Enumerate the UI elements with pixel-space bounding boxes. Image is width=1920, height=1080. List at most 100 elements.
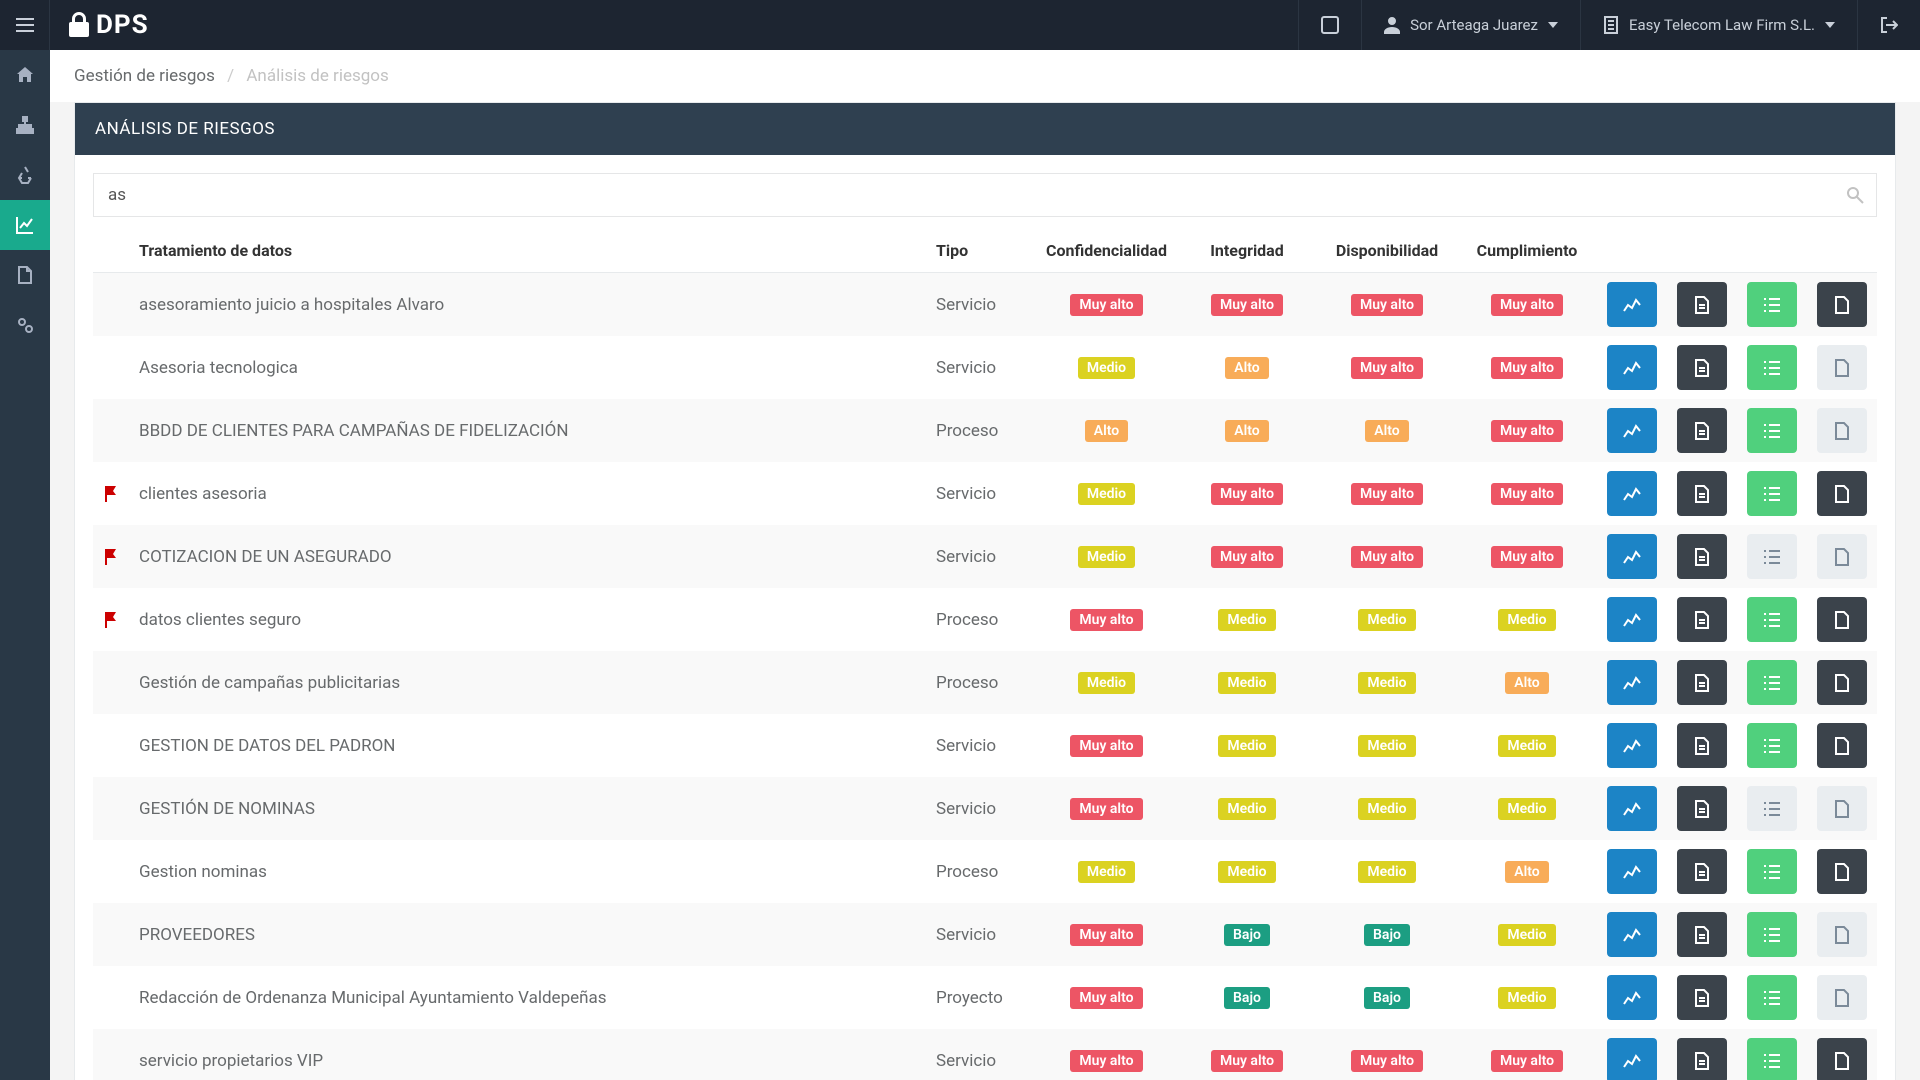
action-doc-button[interactable] (1817, 534, 1867, 579)
risk-badge: Muy alto (1351, 483, 1423, 505)
flag-icon (103, 549, 119, 565)
action-chart-button[interactable] (1607, 912, 1657, 957)
action-doc-button[interactable] (1817, 849, 1867, 894)
row-name[interactable]: Gestion nominas (129, 840, 926, 903)
risk-badge: Medio (1358, 735, 1415, 757)
action-list-button[interactable] (1747, 282, 1797, 327)
nav-logout[interactable] (1857, 0, 1920, 50)
action-list-button[interactable] (1747, 1038, 1797, 1080)
row-type: Servicio (926, 903, 1036, 966)
table-row: GESTION DE DATOS DEL PADRONServicioMuy a… (93, 714, 1877, 777)
risk-badge: Medio (1218, 861, 1275, 883)
action-doc-button[interactable] (1817, 1038, 1867, 1080)
action-chart-button[interactable] (1607, 723, 1657, 768)
action-doc-button[interactable] (1817, 282, 1867, 327)
sidebar-item-org[interactable] (0, 100, 50, 150)
risk-badge: Muy alto (1491, 357, 1563, 379)
row-name[interactable]: PROVEEDORES (129, 903, 926, 966)
sidebar-item-analytics[interactable] (0, 200, 50, 250)
action-doc-button[interactable] (1817, 471, 1867, 516)
action-chart-button[interactable] (1607, 1038, 1657, 1080)
table-row: Redacción de Ordenanza Municipal Ayuntam… (93, 966, 1877, 1029)
action-chart-button[interactable] (1607, 849, 1657, 894)
row-name[interactable]: asesoramiento juicio a hospitales Alvaro (129, 273, 926, 337)
action-chart-button[interactable] (1607, 786, 1657, 831)
risk-badge: Medio (1078, 546, 1135, 568)
table-row: servicio propietarios VIPServicioMuy alt… (93, 1029, 1877, 1080)
action-list-button[interactable] (1747, 534, 1797, 579)
action-chart-button[interactable] (1607, 534, 1657, 579)
action-report-button[interactable] (1677, 345, 1727, 390)
action-chart-button[interactable] (1607, 975, 1657, 1020)
action-list-button[interactable] (1747, 345, 1797, 390)
row-name[interactable]: COTIZACION DE UN ASEGURADO (129, 525, 926, 588)
action-chart-button[interactable] (1607, 282, 1657, 327)
action-doc-button[interactable] (1817, 912, 1867, 957)
risk-badge: Medio (1498, 609, 1555, 631)
app-logo[interactable]: DPS (50, 10, 167, 40)
risk-badge: Muy alto (1211, 483, 1283, 505)
action-report-button[interactable] (1677, 912, 1727, 957)
table-row: GESTIÓN DE NOMINASServicioMuy altoMedioM… (93, 777, 1877, 840)
action-report-button[interactable] (1677, 723, 1727, 768)
row-name[interactable]: Asesoria tecnologica (129, 336, 926, 399)
action-doc-button[interactable] (1817, 597, 1867, 642)
row-name[interactable]: Redacción de Ordenanza Municipal Ayuntam… (129, 966, 926, 1029)
search-input[interactable] (93, 173, 1877, 217)
action-report-button[interactable] (1677, 471, 1727, 516)
action-report-button[interactable] (1677, 1038, 1727, 1080)
action-list-button[interactable] (1747, 723, 1797, 768)
risk-badge: Bajo (1224, 924, 1270, 946)
action-doc-button[interactable] (1817, 786, 1867, 831)
action-doc-button[interactable] (1817, 975, 1867, 1020)
action-chart-button[interactable] (1607, 660, 1657, 705)
action-report-button[interactable] (1677, 534, 1727, 579)
nav-app-switch[interactable] (1298, 0, 1361, 50)
action-report-button[interactable] (1677, 282, 1727, 327)
action-list-button[interactable] (1747, 975, 1797, 1020)
action-report-button[interactable] (1677, 849, 1727, 894)
action-list-button[interactable] (1747, 849, 1797, 894)
action-list-button[interactable] (1747, 786, 1797, 831)
action-doc-button[interactable] (1817, 723, 1867, 768)
action-report-button[interactable] (1677, 786, 1727, 831)
action-doc-button[interactable] (1817, 660, 1867, 705)
action-chart-button[interactable] (1607, 597, 1657, 642)
action-list-button[interactable] (1747, 597, 1797, 642)
table-row: Gestión de campañas publicitariasProceso… (93, 651, 1877, 714)
nav-user-menu[interactable]: Sor Arteaga Juarez (1361, 0, 1580, 50)
row-name[interactable]: Gestión de campañas publicitarias (129, 651, 926, 714)
row-name[interactable]: GESTIÓN DE NOMINAS (129, 777, 926, 840)
nav-company-menu[interactable]: Easy Telecom Law Firm S.L. (1580, 0, 1857, 50)
sidebar-item-home[interactable] (0, 50, 50, 100)
row-name[interactable]: datos clientes seguro (129, 588, 926, 651)
action-doc-button[interactable] (1817, 345, 1867, 390)
action-report-button[interactable] (1677, 597, 1727, 642)
nav-hamburger[interactable] (0, 0, 50, 50)
row-name[interactable]: servicio propietarios VIP (129, 1029, 926, 1080)
risk-badge: Medio (1498, 924, 1555, 946)
action-chart-button[interactable] (1607, 471, 1657, 516)
action-list-button[interactable] (1747, 408, 1797, 453)
risk-badge: Medio (1078, 357, 1135, 379)
row-name[interactable]: GESTION DE DATOS DEL PADRON (129, 714, 926, 777)
action-chart-button[interactable] (1607, 408, 1657, 453)
action-report-button[interactable] (1677, 660, 1727, 705)
action-list-button[interactable] (1747, 660, 1797, 705)
risk-badge: Bajo (1364, 987, 1410, 1009)
sidebar-item-docs[interactable] (0, 250, 50, 300)
sidebar-item-recycle[interactable] (0, 150, 50, 200)
action-report-button[interactable] (1677, 975, 1727, 1020)
action-chart-button[interactable] (1607, 345, 1657, 390)
breadcrumb-root[interactable]: Gestión de riesgos (74, 66, 215, 86)
action-report-button[interactable] (1677, 408, 1727, 453)
risk-badge: Muy alto (1070, 924, 1142, 946)
risk-badge: Muy alto (1211, 294, 1283, 316)
action-list-button[interactable] (1747, 471, 1797, 516)
search-button[interactable] (1833, 173, 1877, 217)
action-list-button[interactable] (1747, 912, 1797, 957)
action-doc-button[interactable] (1817, 408, 1867, 453)
row-name[interactable]: BBDD DE CLIENTES PARA CAMPAÑAS DE FIDELI… (129, 399, 926, 462)
row-name[interactable]: clientes asesoria (129, 462, 926, 525)
sidebar-item-settings[interactable] (0, 300, 50, 350)
